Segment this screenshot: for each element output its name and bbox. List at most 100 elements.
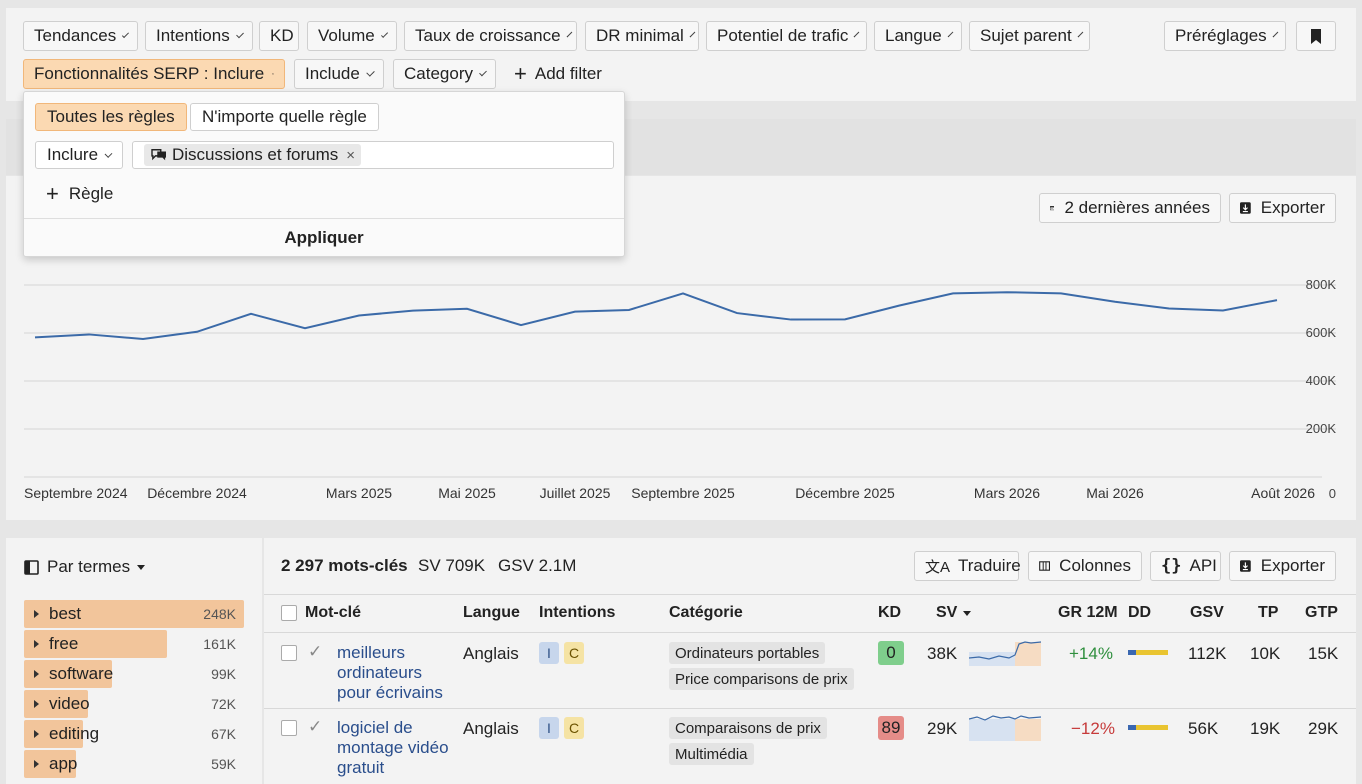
- category-tag: Price comparisons de prix: [669, 668, 854, 690]
- expand-icon[interactable]: [34, 730, 39, 738]
- check-icon[interactable]: ✓: [308, 717, 322, 737]
- any-rule-button[interactable]: N'importe quelle règle: [190, 103, 379, 131]
- keyword-line: logiciel de: [337, 718, 413, 737]
- col-dd[interactable]: DD: [1128, 604, 1151, 622]
- remove-token-icon[interactable]: ×: [346, 147, 355, 164]
- term-item[interactable]: video 72K: [24, 690, 244, 718]
- y-tick-label: 400K: [1306, 373, 1337, 388]
- col-category[interactable]: Catégorie: [669, 604, 743, 622]
- x-tick-label: Mai 2026: [1086, 485, 1144, 501]
- export-table-label: Exporter: [1260, 556, 1325, 575]
- language-cell: Anglais: [463, 719, 519, 738]
- col-tp[interactable]: TP: [1258, 604, 1278, 622]
- term-label: best: [49, 604, 82, 623]
- expand-icon[interactable]: [34, 640, 39, 648]
- translate-button[interactable]: 文A Traduire: [914, 551, 1021, 581]
- include-select[interactable]: Inclure: [35, 141, 123, 169]
- columns-icon: [1039, 561, 1051, 571]
- braces-icon: {}: [1161, 556, 1182, 576]
- gtp-cell: 29K: [1308, 719, 1339, 738]
- x-tick-label: Septembre 2025: [631, 485, 735, 501]
- apply-button[interactable]: Appliquer: [24, 220, 624, 256]
- sort-desc-icon: [963, 610, 972, 616]
- download-icon: [1240, 560, 1251, 572]
- all-rules-button[interactable]: Toutes les règles: [35, 103, 187, 131]
- row-checkbox[interactable]: [281, 720, 297, 736]
- translate-label: Traduire: [958, 556, 1021, 575]
- term-count: 59K: [211, 756, 236, 772]
- row-checkbox[interactable]: [281, 645, 297, 661]
- include-select-label: Inclure: [47, 145, 99, 164]
- category-tag: Comparaisons de prix: [669, 717, 827, 739]
- add-rule-label: Règle: [68, 184, 114, 203]
- x-tick-label: Mai 2025: [438, 485, 496, 501]
- col-intents[interactable]: Intentions: [539, 604, 615, 622]
- sv-cell: 38K: [927, 644, 958, 663]
- col-sv-label: SV: [936, 604, 958, 621]
- caret-down-icon: [137, 564, 146, 570]
- sv-cell: 29K: [927, 719, 958, 738]
- term-item[interactable]: free 161K: [24, 630, 244, 658]
- col-keyword[interactable]: Mot-clé: [305, 604, 361, 622]
- term-count: 248K: [203, 606, 236, 622]
- expand-icon[interactable]: [34, 760, 39, 768]
- col-gtp[interactable]: GTP: [1305, 604, 1338, 622]
- growth-cell: −12%: [1071, 719, 1115, 738]
- term-count: 99K: [211, 666, 236, 682]
- x-tick-label: Septembre 2024: [24, 485, 128, 501]
- term-item[interactable]: software 99K: [24, 660, 244, 688]
- intent-commercial-badge: C: [564, 717, 584, 739]
- series-line: [34, 291, 1278, 341]
- sv-sparkline: [969, 641, 1041, 666]
- x-tick-label: Août 2026: [1251, 485, 1315, 501]
- dropdown-divider: [24, 218, 624, 219]
- term-label: video: [49, 694, 90, 713]
- keyword-link[interactable]: meilleurs ordinateurs pour écrivains: [337, 643, 443, 703]
- col-growth[interactable]: GR 12M: [1058, 604, 1118, 622]
- terms-grouping-label: Par termes: [47, 557, 131, 576]
- term-item[interactable]: app 59K: [24, 750, 244, 778]
- col-language[interactable]: Langue: [463, 604, 520, 622]
- x-tick-label: Mars 2025: [326, 485, 392, 501]
- kd-badge: 0: [878, 641, 904, 665]
- intent-informational-badge: I: [539, 717, 559, 739]
- trend-chart: 800K 600K 400K 200K 0 Septembre 2024 Décembre …: [24, 277, 1337, 501]
- expand-icon[interactable]: [34, 610, 39, 618]
- col-gsv[interactable]: GSV: [1190, 604, 1224, 622]
- check-icon[interactable]: ✓: [308, 642, 322, 662]
- col-sv[interactable]: SV: [936, 604, 972, 622]
- x-tick-label: Décembre 2024: [147, 485, 247, 501]
- row-divider: [264, 708, 1356, 709]
- expand-icon[interactable]: [34, 670, 39, 678]
- term-item[interactable]: editing 67K: [24, 720, 244, 748]
- add-rule-button[interactable]: + Règle: [46, 182, 113, 206]
- any-rule-label: N'importe quelle règle: [202, 107, 367, 126]
- x-tick-label: Juillet 2025: [540, 485, 611, 501]
- col-kd[interactable]: KD: [878, 604, 901, 622]
- keyword-line: gratuit: [337, 758, 385, 777]
- keyword-link[interactable]: logiciel de montage vidéo gratuit: [337, 718, 449, 778]
- term-count: 67K: [211, 726, 236, 742]
- select-all-checkbox[interactable]: [281, 605, 297, 621]
- expand-icon[interactable]: [34, 700, 39, 708]
- category-tag: Ordinateurs portables: [669, 642, 826, 664]
- export-table-button[interactable]: Exporter: [1229, 551, 1336, 581]
- serp-feature-input[interactable]: Discussions et forums ×: [132, 141, 614, 169]
- feature-token-label: Discussions et forums: [172, 145, 339, 164]
- keyword-line: meilleurs: [337, 643, 406, 662]
- translate-icon: 文A: [925, 558, 951, 576]
- intent-commercial-badge: C: [564, 642, 584, 664]
- all-rules-label: Toutes les règles: [47, 107, 175, 126]
- columns-button[interactable]: Colonnes: [1028, 551, 1142, 581]
- api-button[interactable]: {} API: [1150, 551, 1221, 581]
- terms-grouping-select[interactable]: Par termes: [24, 556, 146, 578]
- language-cell: Anglais: [463, 644, 519, 663]
- table-header-divider: [264, 594, 1356, 595]
- columns-label: Colonnes: [1059, 556, 1131, 575]
- term-count: 72K: [211, 696, 236, 712]
- sv-total: SV 709K: [418, 556, 486, 575]
- growth-cell: +14%: [1069, 644, 1113, 663]
- table-header-bottom: [264, 632, 1356, 633]
- term-item[interactable]: best 248K: [24, 600, 244, 628]
- sidebar-icon: [24, 559, 39, 575]
